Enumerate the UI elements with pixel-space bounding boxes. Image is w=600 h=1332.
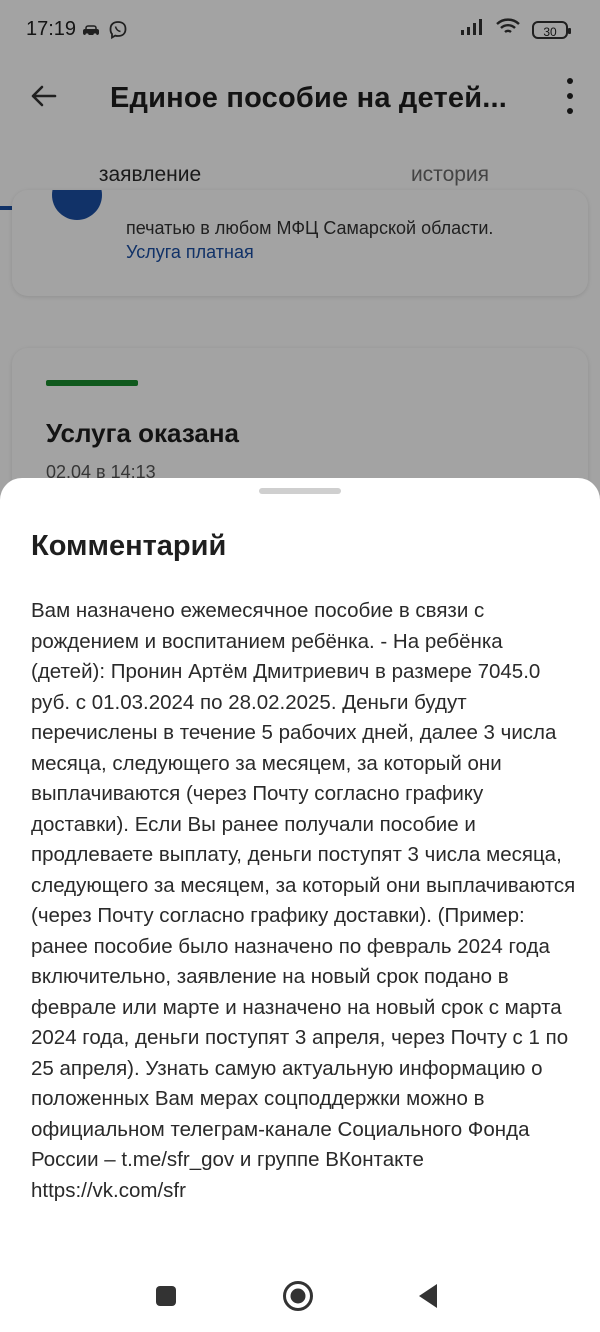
comment-text: Вам назначено ежемесячное пособие в связ…	[31, 599, 576, 1202]
comment-bottom-sheet: Комментарий Вам назначено ежемесячное по…	[0, 478, 600, 1332]
drag-handle[interactable]	[259, 488, 341, 494]
sheet-title: Комментарий	[31, 530, 227, 562]
back-triangle-icon[interactable]	[408, 1276, 448, 1316]
system-nav-bar	[0, 1262, 600, 1332]
app-screen: 17:19 30 Единое пособие на детей... заяв…	[0, 0, 600, 1332]
recents-square-icon[interactable]	[146, 1276, 186, 1316]
home-circle-icon[interactable]	[278, 1276, 318, 1316]
